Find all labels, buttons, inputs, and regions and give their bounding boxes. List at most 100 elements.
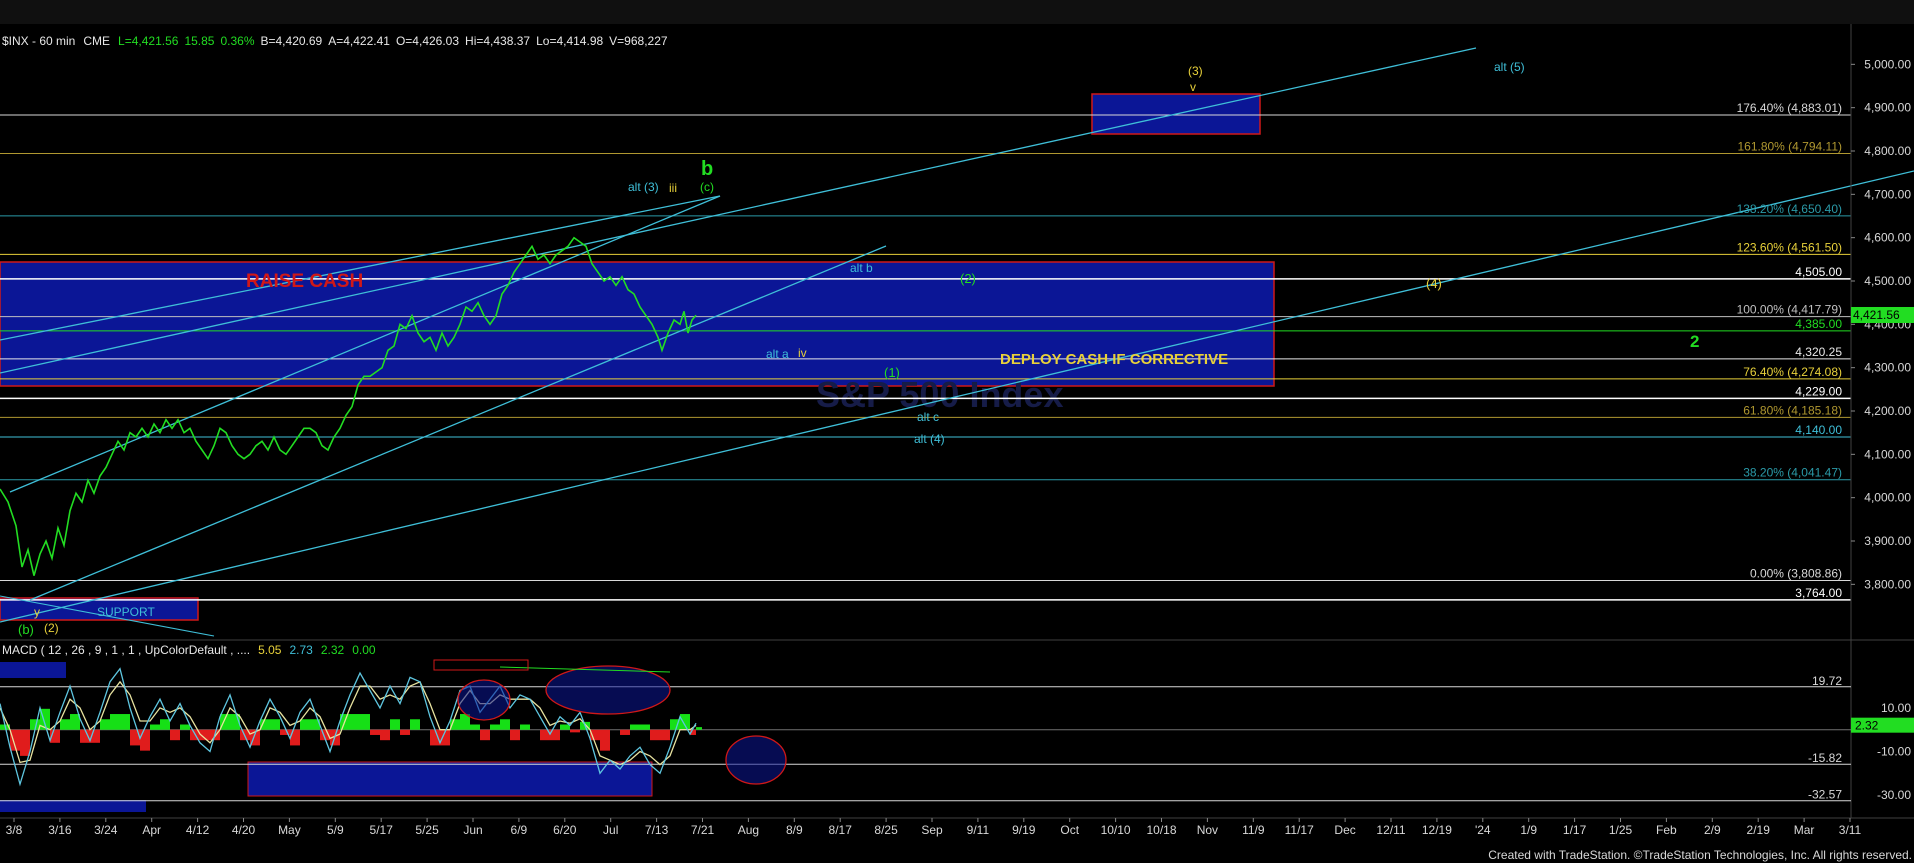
macd-zone-bottom <box>247 761 653 797</box>
x-tick-label: '24 <box>1475 823 1491 837</box>
fib-label: 4,229.00 <box>1795 384 1842 398</box>
macd-ellipse-1 <box>457 679 511 721</box>
y-tick-label: 4,000.00 <box>1864 491 1911 505</box>
x-tick-label: 2/9 <box>1704 823 1721 837</box>
macd-hist-bar <box>696 727 702 730</box>
wave-label-y: y <box>34 605 40 619</box>
macd-hist-bar <box>70 714 80 730</box>
fib-label: 100.00% (4,417.79) <box>1737 303 1842 317</box>
fib-label: 4,385.00 <box>1795 317 1842 331</box>
y-tick-label: 3,800.00 <box>1864 577 1911 591</box>
macd-tick-label: -30.00 <box>1877 788 1911 802</box>
wave-label-2-bottom: (2) <box>44 621 59 635</box>
x-tick-label: 6/9 <box>511 823 528 837</box>
chart-root: $INX - 60 min CME L=4,421.56 15.85 0.36% B=4,… <box>0 0 1914 863</box>
deploy-cash-label: DEPLOY CASH IF CORRECTIVE <box>1000 351 1228 368</box>
y-tick-label: 4,800.00 <box>1864 144 1911 158</box>
macd-last-marker: 2.32 <box>1851 717 1914 733</box>
macd-hist-bar <box>390 719 400 730</box>
fib-label: 4,320.25 <box>1795 345 1842 359</box>
macd-hist-bar <box>660 729 670 741</box>
x-tick-label: 7/21 <box>691 823 715 837</box>
macd-hist-bar <box>400 729 410 735</box>
macd-hist-bar <box>260 719 270 730</box>
wave-label-2: 2 <box>1690 332 1699 351</box>
x-tick-label: 7/13 <box>645 823 669 837</box>
macd-hist-bar <box>510 729 520 741</box>
macd-hist-bar <box>630 724 640 730</box>
macd-hist-bar <box>620 729 630 735</box>
x-tick-label: 10/18 <box>1146 823 1176 837</box>
macd-ellipse-2 <box>545 665 671 715</box>
macd-hist-bar <box>20 729 30 756</box>
y-tick-label: 4,300.00 <box>1864 361 1911 375</box>
x-tick-label: 5/17 <box>370 823 394 837</box>
wave-label-altc: alt c <box>917 410 939 424</box>
x-tick-label: 8/17 <box>829 823 853 837</box>
wave-label-iii: iii <box>669 181 677 195</box>
price-chart: $INX - 60 min CME L=4,421.56 15.85 0.36% B=4,… <box>0 0 1914 863</box>
x-tick-label: Feb <box>1656 823 1677 837</box>
y-tick-label: 3,900.00 <box>1864 534 1911 548</box>
x-tick-label: 3/24 <box>94 823 118 837</box>
macd-hist-bar <box>470 724 480 730</box>
macd-hist-bar <box>380 729 390 741</box>
wave-label-iv: iv <box>798 346 807 360</box>
fib-label: 138.20% (4,650.40) <box>1737 202 1842 216</box>
x-tick-label: 8/25 <box>874 823 898 837</box>
macd-hist-bar <box>520 724 530 730</box>
macd-hist-bar <box>640 724 650 730</box>
title-bar <box>0 0 1914 24</box>
x-tick-label: 1/25 <box>1609 823 1633 837</box>
x-tick-label: Mar <box>1794 823 1815 837</box>
x-tick-label: 8/9 <box>786 823 803 837</box>
macd-tick-label: 10.00 <box>1881 701 1911 715</box>
macd-level-label: -15.82 <box>1808 751 1842 765</box>
x-tick-label: Jun <box>463 823 482 837</box>
wave-label-alt3: alt (3) <box>628 180 659 194</box>
y-tick-label: 4,100.00 <box>1864 447 1911 461</box>
y-tick-label: 4,500.00 <box>1864 274 1911 288</box>
x-tick-label: 5/25 <box>415 823 439 837</box>
macd-hist-bar <box>180 724 190 730</box>
macd-hist-bar <box>410 719 420 730</box>
x-tick-label: Apr <box>142 823 161 837</box>
macd-hist-bar <box>60 719 70 730</box>
x-tick-label: Nov <box>1197 823 1218 837</box>
macd-zone-left <box>0 662 66 678</box>
macd-hist-bar <box>360 714 370 730</box>
wave-label-alta: alt a <box>766 347 789 361</box>
macd-hist-bar <box>480 729 490 741</box>
wave-label-b: b <box>701 158 713 180</box>
macd-level-label: 19.72 <box>1812 674 1842 688</box>
x-tick-label: 5/9 <box>327 823 344 837</box>
x-tick-label: Aug <box>738 823 759 837</box>
y-tick-label: 4,900.00 <box>1864 101 1911 115</box>
x-tick-label: 1/17 <box>1563 823 1587 837</box>
fib-label: 4,505.00 <box>1795 265 1842 279</box>
x-tick-label: 2/19 <box>1747 823 1771 837</box>
x-tick-label: 12/11 <box>1376 823 1405 837</box>
x-tick-label: 1/9 <box>1520 823 1537 837</box>
fib-label: 176.40% (4,883.01) <box>1737 101 1842 115</box>
last-price-text: 4,421.56 <box>1853 308 1900 322</box>
fib-label: 4,140.00 <box>1795 423 1842 437</box>
macd-hist-bar <box>150 724 160 730</box>
macd-level-label: -32.57 <box>1808 788 1842 802</box>
wave-label-3: (3) <box>1188 64 1203 78</box>
macd-last-text: 2.32 <box>1855 719 1879 733</box>
macd-zone-bottom-left <box>0 800 146 812</box>
macd-hist-bar <box>490 724 500 730</box>
wave-label-2-paren: (2) <box>960 271 976 286</box>
wave-label-4: (4) <box>1426 276 1442 291</box>
macd-hist-bar <box>370 729 380 735</box>
macd-hist-bar <box>270 719 280 730</box>
macd-hist-bar <box>570 729 580 733</box>
x-tick-label: Jul <box>603 823 618 837</box>
macd-hist-bar <box>120 714 130 730</box>
macd-hist-bar <box>110 714 120 730</box>
last-price-marker: 4,421.56 <box>1851 306 1914 323</box>
wave-label-v: v <box>1190 80 1196 94</box>
x-tick-label: Dec <box>1334 823 1355 837</box>
x-tick-label: May <box>278 823 301 837</box>
